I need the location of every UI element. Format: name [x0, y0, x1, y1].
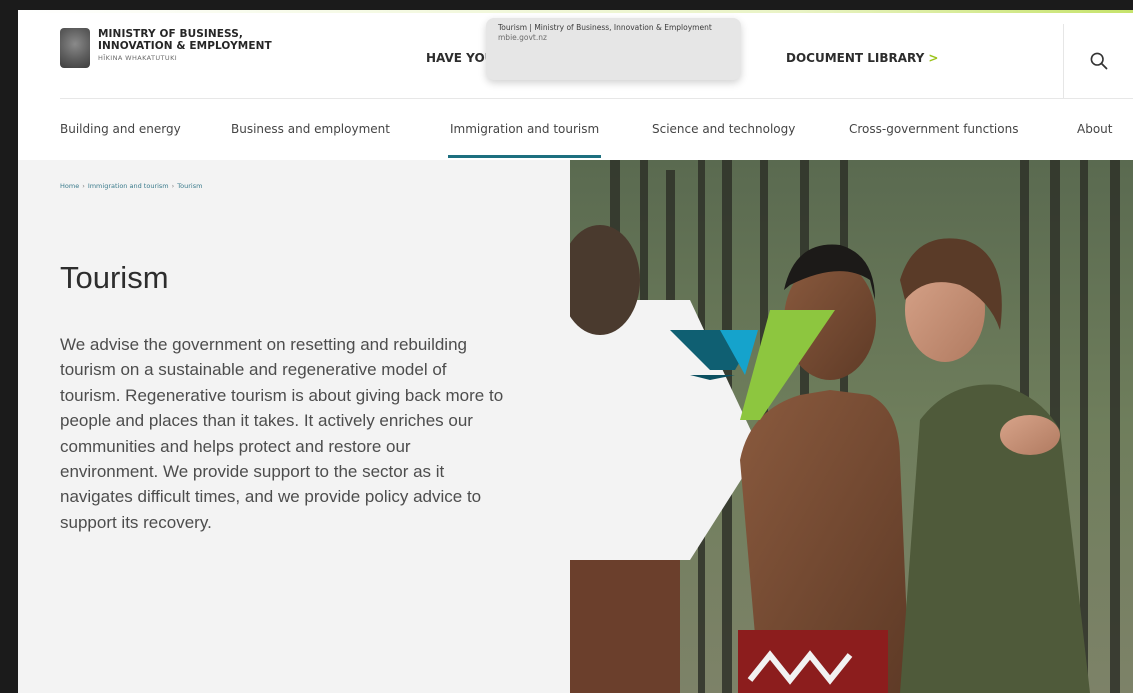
header-divider — [60, 98, 1133, 99]
nav-document-library[interactable]: DOCUMENT LIBRARY > — [786, 51, 938, 65]
breadcrumb-separator: › — [82, 182, 85, 190]
breadcrumb: Home › Immigration and tourism › Tourism — [60, 182, 202, 190]
page-title: Tourism — [60, 260, 169, 295]
top-accent-bar — [18, 10, 1133, 13]
tab-hover-tooltip: Tourism | Ministry of Business, Innovati… — [486, 18, 741, 80]
logo-line-1: MINISTRY OF BUSINESS, — [98, 28, 243, 40]
subnav-science-technology[interactable]: Science and technology — [652, 122, 795, 136]
coat-of-arms-icon — [60, 28, 90, 68]
tooltip-url: mbie.govt.nz — [498, 33, 547, 42]
logo-text: MINISTRY OF BUSINESS, INNOVATION & EMPLO… — [98, 28, 272, 62]
tooltip-title: Tourism | Ministry of Business, Innovati… — [498, 23, 712, 32]
hero-text-panel: Home › Immigration and tourism › Tourism Tou… — [18, 160, 570, 693]
mbie-logo[interactable]: MINISTRY OF BUSINESS, INNOVATION & EMPLO… — [60, 28, 272, 68]
logo-line-2: INNOVATION & EMPLOYMENT — [98, 40, 272, 52]
nav-have-your-say[interactable]: HAVE YOU — [426, 51, 494, 65]
browser-page: MINISTRY OF BUSINESS, INNOVATION & EMPLO… — [18, 10, 1133, 693]
subnav-business-employment[interactable]: Business and employment — [231, 122, 390, 136]
hero-description: We advise the government on resetting an… — [60, 335, 504, 532]
breadcrumb-current: Tourism — [177, 182, 203, 190]
chevron-right-icon: > — [928, 51, 939, 65]
subnav-immigration-tourism[interactable]: Immigration and tourism — [447, 122, 602, 158]
breadcrumb-home[interactable]: Home — [60, 182, 79, 190]
hero-image — [570, 160, 1133, 693]
search-icon — [1090, 52, 1108, 70]
subnav-cross-government[interactable]: Cross-government functions — [849, 122, 1018, 136]
breadcrumb-immigration[interactable]: Immigration and tourism — [88, 182, 169, 190]
breadcrumb-separator: › — [171, 182, 175, 190]
subnav-building-energy[interactable]: Building and energy — [60, 122, 181, 136]
subnav-about[interactable]: About — [1077, 122, 1112, 136]
search-button[interactable] — [1063, 24, 1133, 98]
logo-line-3: HĪKINA WHAKATUTUKI — [98, 54, 178, 62]
nav-document-library-label: DOCUMENT LIBRARY — [786, 51, 925, 65]
